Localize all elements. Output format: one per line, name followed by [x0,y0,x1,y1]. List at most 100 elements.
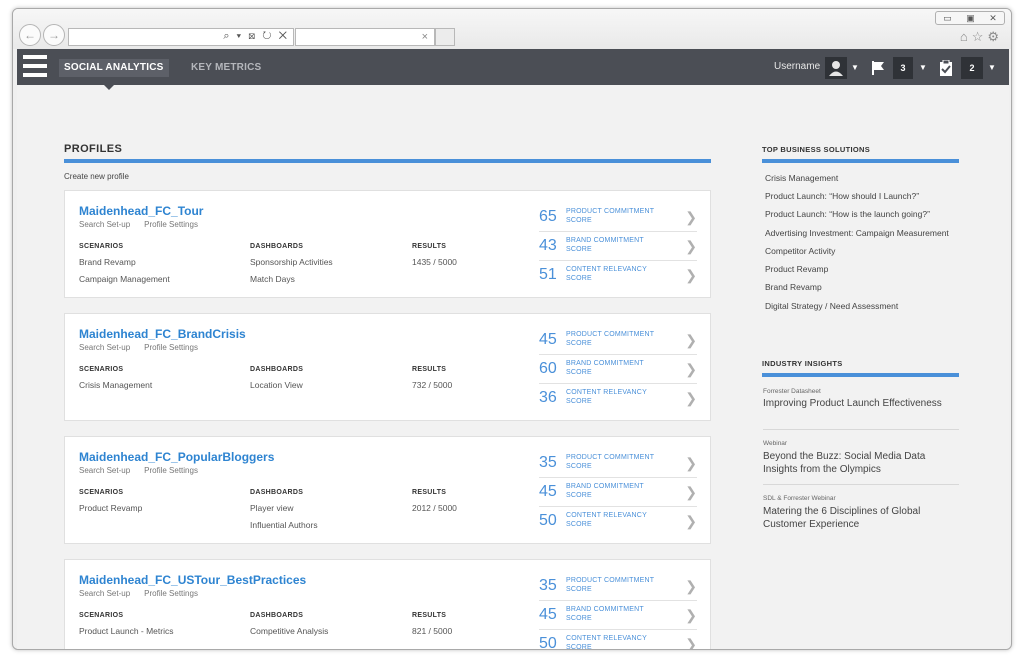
scenarios-header: SCENARIOS [79,366,124,373]
content-relevancy-score[interactable]: 51 CONTENT RELEVANCY SCORE ❯ [539,262,697,290]
score-value: 35 [539,454,557,471]
business-solution-link[interactable]: Competitor Activity [765,246,835,256]
flag-menu-chevron-icon[interactable]: ▼ [919,57,927,79]
score-label: SCORE [566,398,592,405]
business-solution-link[interactable]: Product Revamp [765,264,828,274]
product-commitment-score[interactable]: 65 PRODUCT COMMITMENT SCORE ❯ [539,204,697,232]
chevron-right-icon[interactable]: ❯ [685,238,697,255]
dashboards-header: DASHBOARDS [250,489,304,496]
dashboard-item[interactable]: Location View [250,380,303,390]
address-bar[interactable]: ⌕ ▾ ⊠ ↻ ✕ [68,28,294,46]
create-profile-link[interactable]: Create new profile [64,172,129,181]
profile-settings-link[interactable]: Profile Settings [144,220,198,229]
chevron-right-icon[interactable]: ❯ [685,636,697,649]
brand-commitment-score[interactable]: 60 BRAND COMMITMENT SCORE ❯ [539,356,697,384]
profile-name-link[interactable]: Maidenhead_FC_PopularBloggers [79,450,274,464]
score-label: SCORE [566,340,592,347]
brand-commitment-score[interactable]: 43 BRAND COMMITMENT SCORE ❯ [539,233,697,261]
business-solution-link[interactable]: Product Launch: “How is the launch going… [765,209,930,219]
scenario-item[interactable]: Product Revamp [79,503,142,513]
search-setup-link[interactable]: Search Set-up [79,343,130,352]
scenario-item[interactable]: Product Launch - Metrics [79,626,173,636]
results-header: RESULTS [412,489,447,496]
insight-title-link[interactable]: Improving Product Launch Effectiveness [763,397,943,410]
content-relevancy-score[interactable]: 50 CONTENT RELEVANCY SCORE ❯ [539,631,697,649]
user-menu-chevron-icon[interactable]: ▼ [851,57,859,79]
score-label: SCORE [566,615,592,622]
dashboard-item[interactable]: Match Days [250,274,295,284]
chevron-right-icon[interactable]: ❯ [685,607,697,624]
dashboard-item[interactable]: Influential Authors [250,520,318,530]
profile-name-link[interactable]: Maidenhead_FC_USTour_BestPractices [79,573,306,587]
clipboard-check-icon[interactable] [935,57,957,79]
profile-card: Maidenhead_FC_Tour Search Set-up Profile … [64,190,711,298]
profile-settings-link[interactable]: Profile Settings [144,343,198,352]
scenario-item[interactable]: Crisis Management [79,380,152,390]
search-setup-link[interactable]: Search Set-up [79,220,130,229]
brand-commitment-score[interactable]: 45 BRAND COMMITMENT SCORE ❯ [539,602,697,630]
dashboard-item[interactable]: Sponsorship Activities [250,257,333,267]
score-value: 45 [539,331,557,348]
flag-count-badge[interactable]: 3 [893,57,913,79]
address-bar-icons[interactable]: ⌕ ▾ ⊠ ↻ ✕ [223,30,289,43]
browser-tab[interactable]: × [295,28,435,46]
product-commitment-score[interactable]: 35 PRODUCT COMMITMENT SCORE ❯ [539,450,697,478]
insight-title-link[interactable]: Matering the 6 Disciplines of Global Cus… [763,505,943,531]
forward-button[interactable]: → [43,24,65,46]
business-solution-link[interactable]: Advertising Investment: Campaign Measure… [765,228,949,238]
new-tab-button[interactable] [435,28,455,46]
maximize-icon[interactable]: ▣ [966,12,975,24]
close-window-icon[interactable]: ✕ [989,12,997,24]
score-value: 35 [539,577,557,594]
scenario-item[interactable]: Brand Revamp [79,257,136,267]
home-icon[interactable]: ⌂ [960,29,972,44]
chevron-right-icon[interactable]: ❯ [685,361,697,378]
chevron-right-icon[interactable]: ❯ [685,455,697,472]
chevron-right-icon[interactable]: ❯ [685,390,697,407]
back-button[interactable]: ← [19,24,41,46]
search-setup-link[interactable]: Search Set-up [79,589,130,598]
industry-insights-title: INDUSTRY INSIGHTS [762,359,843,368]
dashboard-item[interactable]: Player view [250,503,293,513]
brand-commitment-score[interactable]: 45 BRAND COMMITMENT SCORE ❯ [539,479,697,507]
score-label: CONTENT RELEVANCY [566,635,647,642]
business-solution-link[interactable]: Digital Strategy / Need Assessment [765,301,898,311]
profile-settings-link[interactable]: Profile Settings [144,466,198,475]
chevron-right-icon[interactable]: ❯ [685,484,697,501]
user-avatar-icon[interactable] [825,57,847,79]
chevron-right-icon[interactable]: ❯ [685,578,697,595]
close-tab-icon[interactable]: × [422,31,428,43]
gear-icon[interactable]: ⚙ [987,29,1003,44]
product-commitment-score[interactable]: 35 PRODUCT COMMITMENT SCORE ❯ [539,573,697,601]
star-icon[interactable]: ☆ [972,29,988,44]
tab-social-analytics[interactable]: SOCIAL ANALYTICS [59,59,169,77]
product-commitment-score[interactable]: 45 PRODUCT COMMITMENT SCORE ❯ [539,327,697,355]
score-label: SCORE [566,246,592,253]
dashboard-item[interactable]: Competitive Analysis [250,626,328,636]
business-solutions-divider [762,159,959,163]
business-solution-link[interactable]: Brand Revamp [765,282,822,292]
profile-name-link[interactable]: Maidenhead_FC_BrandCrisis [79,327,246,341]
flag-icon[interactable] [867,57,889,79]
profile-name-link[interactable]: Maidenhead_FC_Tour [79,204,203,218]
search-setup-link[interactable]: Search Set-up [79,466,130,475]
chevron-right-icon[interactable]: ❯ [685,267,697,284]
score-label: SCORE [566,275,592,282]
chevron-right-icon[interactable]: ❯ [685,513,697,530]
chevron-right-icon[interactable]: ❯ [685,209,697,226]
business-solution-link[interactable]: Crisis Management [765,173,838,183]
scenario-item[interactable]: Campaign Management [79,274,170,284]
task-count-badge[interactable]: 2 [961,57,983,79]
task-menu-chevron-icon[interactable]: ▼ [988,57,996,79]
minimize-icon[interactable]: ▭ [943,12,952,24]
content-relevancy-score[interactable]: 36 CONTENT RELEVANCY SCORE ❯ [539,385,697,413]
profile-settings-link[interactable]: Profile Settings [144,589,198,598]
window-controls: ▭ ▣ ✕ [935,11,1005,25]
content-relevancy-score[interactable]: 50 CONTENT RELEVANCY SCORE ❯ [539,508,697,536]
menu-icon[interactable] [23,55,47,77]
insight-title-link[interactable]: Beyond the Buzz: Social Media Data Insig… [763,450,943,476]
tab-key-metrics[interactable]: KEY METRICS [186,59,266,77]
chevron-right-icon[interactable]: ❯ [685,332,697,349]
business-solution-link[interactable]: Product Launch: “How should I Launch?” [765,191,919,201]
username-label[interactable]: Username [774,61,820,72]
